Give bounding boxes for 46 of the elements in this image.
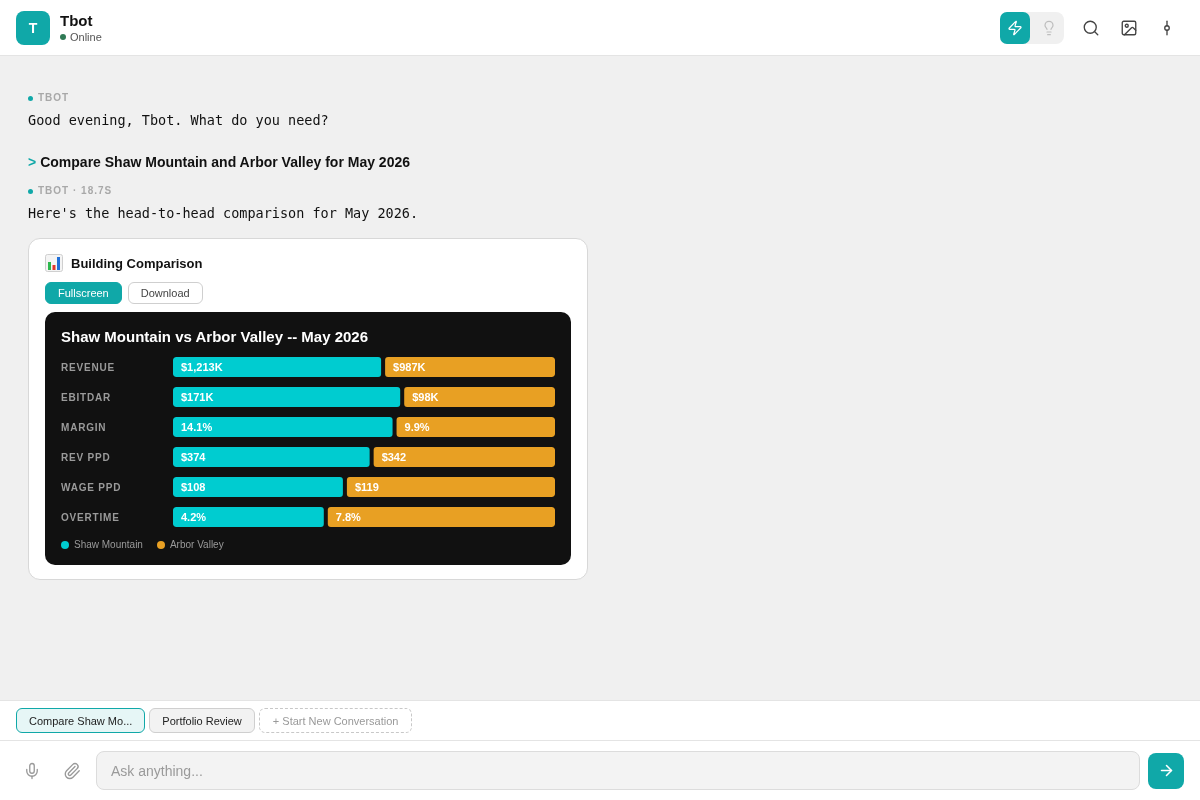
sender-dot-icon [28,188,33,194]
user-message: Compare Shaw Mountain and Arbor Valley for May 2026 [40,153,410,172]
legend-label: Shaw Mountain [74,539,143,551]
bar-value-label: 7.8% [335,511,361,523]
sender-label: TBOT · 18.7S [38,185,113,197]
conversation-tab[interactable]: Compare Shaw Mo... [16,708,146,733]
prompt-marker: > [28,153,37,172]
bot-name: Tbot [60,11,93,30]
bar-value-label: 14.1% [181,421,213,433]
conversation-tab[interactable]: Portfolio Review [149,708,255,733]
search-icon [1082,18,1100,37]
mode-button[interactable] [1000,11,1030,44]
bar-value-label: $1,213K [181,361,223,373]
bulb-icon [1041,19,1057,36]
bar-value-label: $342 [381,451,407,463]
category-label: MARGIN [61,422,107,433]
bar-value-label: $987K [393,361,426,373]
category-label: REVENUE [61,362,115,373]
bar-value-label: $374 [181,451,206,463]
secondary-button[interactable]: Download [127,282,203,304]
bar-value-label: $119 [354,481,379,493]
bar-value-label: $108 [181,481,206,493]
send-button[interactable] [1148,752,1184,789]
category-label: WAGE PPD [61,482,122,493]
card-title: Building Comparison [71,255,203,271]
bar-value-label: $171K [181,391,214,403]
legend-label: Arbor Valley [169,539,224,551]
status-label: Online [70,30,102,44]
paperclip-icon [63,761,81,780]
bot-message: Good evening, Tbot. What do you need? [28,111,329,129]
sender-dot-icon [28,95,33,101]
bar-value-label: 4.2% [181,511,207,523]
chart-title: Shaw Mountain vs Arbor Valley -- May 2026 [61,328,369,346]
bar-chart-icon [45,254,63,272]
bolt-icon [1007,19,1023,36]
category-label: REV PPD [61,452,111,463]
microphone-icon [23,761,41,780]
category-label: OVERTIME [61,512,120,523]
bar-value-label: 9.9% [404,421,430,433]
bar-value-label: $98K [412,391,439,403]
image-icon [1120,18,1138,37]
bot-avatar: T [16,10,50,45]
bot-message: Here's the head-to-head comparison for May 2026. [28,204,419,222]
sender-label: TBOT [38,92,70,104]
category-label: EBITDAR [61,392,112,403]
message-input[interactable]: Ask anything... [96,751,1140,790]
